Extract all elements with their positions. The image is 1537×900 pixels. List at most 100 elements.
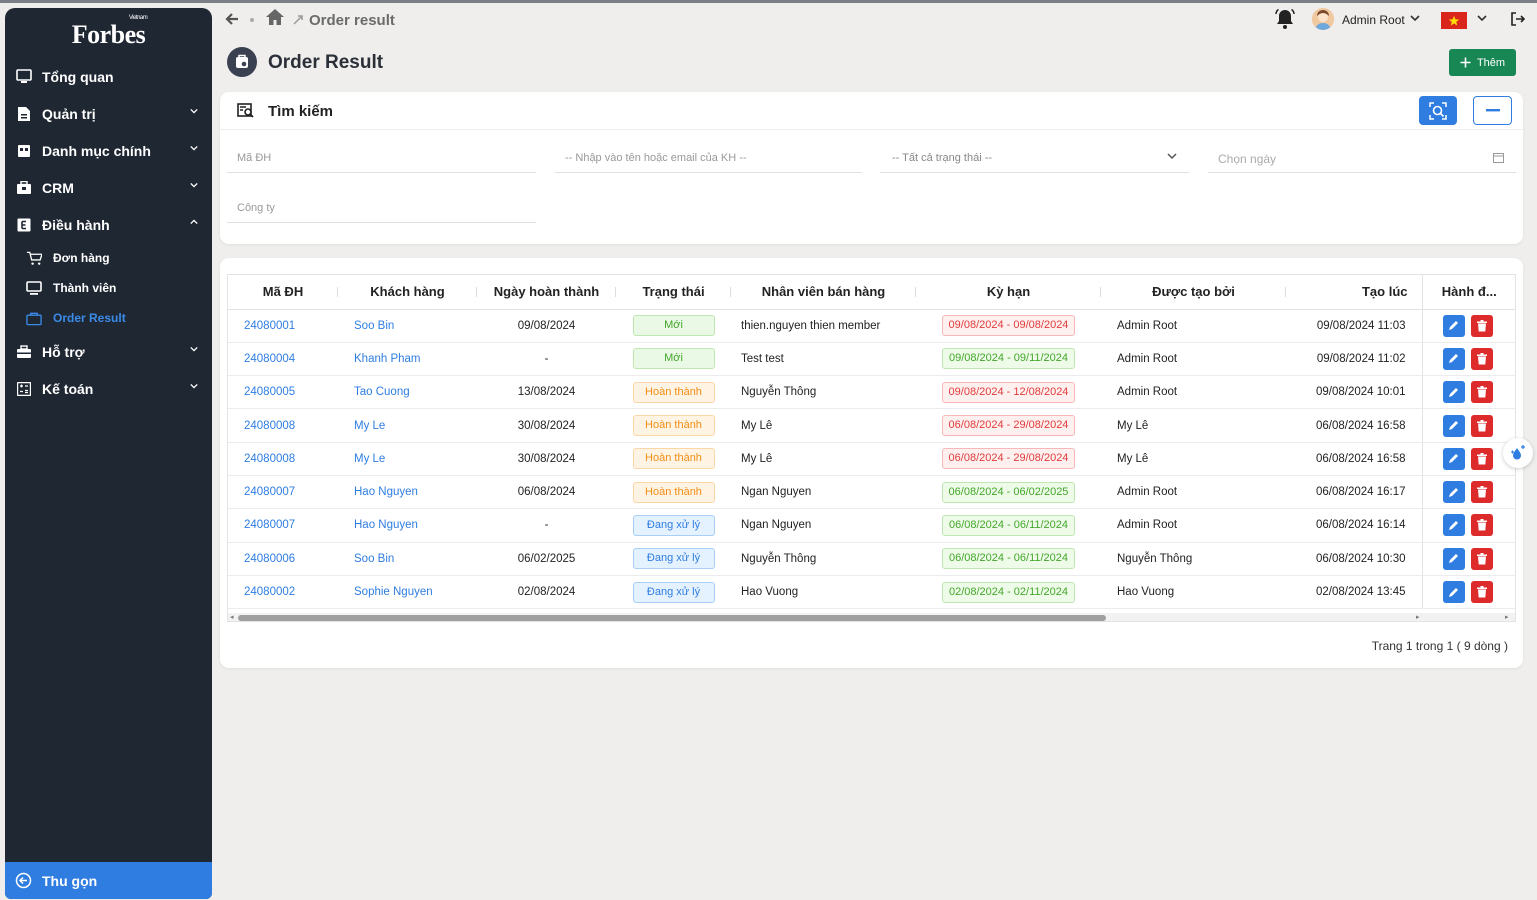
term-badge: 06/08/2024 - 06/02/2025 [941,481,1076,503]
user-name[interactable]: Admin Root [1342,13,1405,27]
search-button[interactable] [1419,96,1457,125]
column-header[interactable]: Khách hàng [338,275,477,310]
customer-link[interactable]: Soo Bin [338,542,477,576]
sidebar-subitem-order-result[interactable]: Order Result [5,303,212,333]
column-header[interactable]: Tạo lúc [1286,275,1422,310]
delete-button[interactable] [1470,547,1493,570]
column-header[interactable]: Kỳ hạn [916,275,1101,310]
row-actions [1421,375,1515,410]
sidebar-item-operations[interactable]: Điều hành [5,206,212,243]
status-select[interactable]: -- Tất cả trạng thái -- [880,143,1189,173]
customer-link[interactable]: Hao Nguyen [338,475,477,510]
completed-date: 06/02/2025 [477,542,616,576]
customer-link[interactable]: Soo Bin [338,309,477,343]
column-header[interactable]: Ngày hoàn thành [477,275,616,310]
sales-staff: Ngan Nguyen [731,475,916,510]
ai-assistant-button[interactable] [1503,438,1533,468]
delete-button[interactable] [1470,414,1493,437]
customer-link[interactable]: Khanh Pham [338,342,477,377]
edit-button[interactable] [1442,481,1465,504]
customer-link[interactable]: Hao Nguyen [338,508,477,543]
collapse-search-button[interactable] [1473,96,1512,125]
order-code-link[interactable]: 24080007 [228,475,338,510]
delete-button[interactable] [1470,447,1493,470]
status-cell: Đang xử lý [616,508,731,543]
column-header[interactable]: Trạng thái [616,275,731,310]
term-cell: 06/08/2024 - 29/08/2024 [916,408,1101,443]
add-button-label: Thêm [1476,56,1506,69]
edit-button[interactable] [1442,514,1465,537]
delete-button[interactable] [1470,481,1493,504]
sidebar-item-support[interactable]: Hỗ trợ [5,333,212,370]
vietnam-flag-icon[interactable] [1441,12,1467,29]
breadcrumb[interactable]: Order result [309,12,395,29]
bell-icon[interactable] [1274,8,1296,30]
completed-date: - [477,342,616,377]
customer-link[interactable]: My Le [338,408,477,443]
avatar[interactable] [1312,8,1334,30]
order-code-link[interactable]: 24080007 [228,508,338,543]
sidebar-item-accounting[interactable]: Kế toán [5,370,212,407]
customer-link[interactable]: Sophie Nguyen [338,575,477,610]
delete-button[interactable] [1470,381,1493,404]
table-row: 24080006 Soo Bin 06/02/2025 Đang xử lý Nguyễ… [228,542,1515,576]
pencil-icon [1449,454,1458,464]
term-cell: 09/08/2024 - 09/11/2024 [916,342,1101,377]
company-input[interactable] [227,193,536,223]
arrow-left-icon[interactable] [224,11,240,27]
delete-button[interactable] [1470,347,1493,370]
date-picker[interactable]: Chọn ngày [1208,143,1516,173]
edit-button[interactable] [1442,414,1465,437]
completed-date: 13/08/2024 [477,375,616,410]
table-row: 24080004 Khanh Pham - Mới Test test 09/08/202… [228,342,1515,377]
order-code-link[interactable]: 24080008 [228,408,338,443]
order-code-link[interactable]: 24080004 [228,342,338,377]
status-cell: Đang xử lý [616,575,731,610]
scrollbar-thumb[interactable] [238,615,1106,621]
chevron-down-icon[interactable] [1410,15,1420,22]
customer-link[interactable]: Tao Cuong [338,375,477,410]
order-code-link[interactable]: 24080005 [228,375,338,410]
link-icon [293,15,303,25]
sidebar-item-admin[interactable]: Quản trị [5,95,212,132]
sidebar-subitem-orders[interactable]: Đơn hàng [5,243,212,273]
delete-button[interactable] [1470,314,1493,337]
order-code-input[interactable] [227,143,536,173]
column-header[interactable]: Mã ĐH [228,275,338,310]
row-actions [1421,309,1515,343]
edit-button[interactable] [1442,581,1465,604]
edit-button[interactable] [1442,547,1465,570]
order-code-link[interactable]: 24080006 [228,542,338,576]
sidebar-subitem-members[interactable]: Thành viên [5,273,212,303]
sidebar-item-overview[interactable]: Tổng quan [5,58,212,95]
column-header[interactable]: Được tạo bởi [1101,275,1286,310]
edit-button[interactable] [1442,347,1465,370]
status-cell: Mới [616,309,731,343]
edit-button[interactable] [1442,314,1465,337]
order-code-link[interactable]: 24080008 [228,442,338,476]
page-title: Order Result [268,52,384,73]
logout-icon[interactable] [1510,11,1526,27]
pencil-icon [1449,487,1458,497]
collapse-sidebar-button[interactable]: Thu gọn [5,862,212,899]
delete-button[interactable] [1470,514,1493,537]
horizontal-scrollbar[interactable]: ◂ ▸ ▸ [228,613,1515,621]
sidebar-item-crm[interactable]: CRM [5,169,212,206]
order-code-link[interactable]: 24080001 [228,309,338,343]
edit-button[interactable] [1442,381,1465,404]
add-button[interactable]: Thêm [1449,49,1516,76]
chevron-down-icon[interactable] [1477,15,1487,22]
sidebar-item-main-catalog[interactable]: Danh mục chính [5,132,212,169]
customer-search-input[interactable] [555,143,862,173]
delete-button[interactable] [1470,581,1493,604]
home-icon[interactable] [265,8,285,26]
table-row: 24080001 Soo Bin 09/08/2024 Mới thien.nguyen… [228,309,1515,343]
order-code-link[interactable]: 24080002 [228,575,338,610]
table-row: 24080005 Tao Cuong 13/08/2024 Hoàn thành Ngu… [228,375,1515,410]
brand-logo[interactable]: Forbes Vietnam [5,8,212,58]
column-header[interactable]: Nhân viên bán hàng [731,275,916,310]
pencil-icon [1449,421,1458,431]
customer-link[interactable]: My Le [338,442,477,476]
edit-button[interactable] [1442,447,1465,470]
row-actions [1421,442,1515,476]
